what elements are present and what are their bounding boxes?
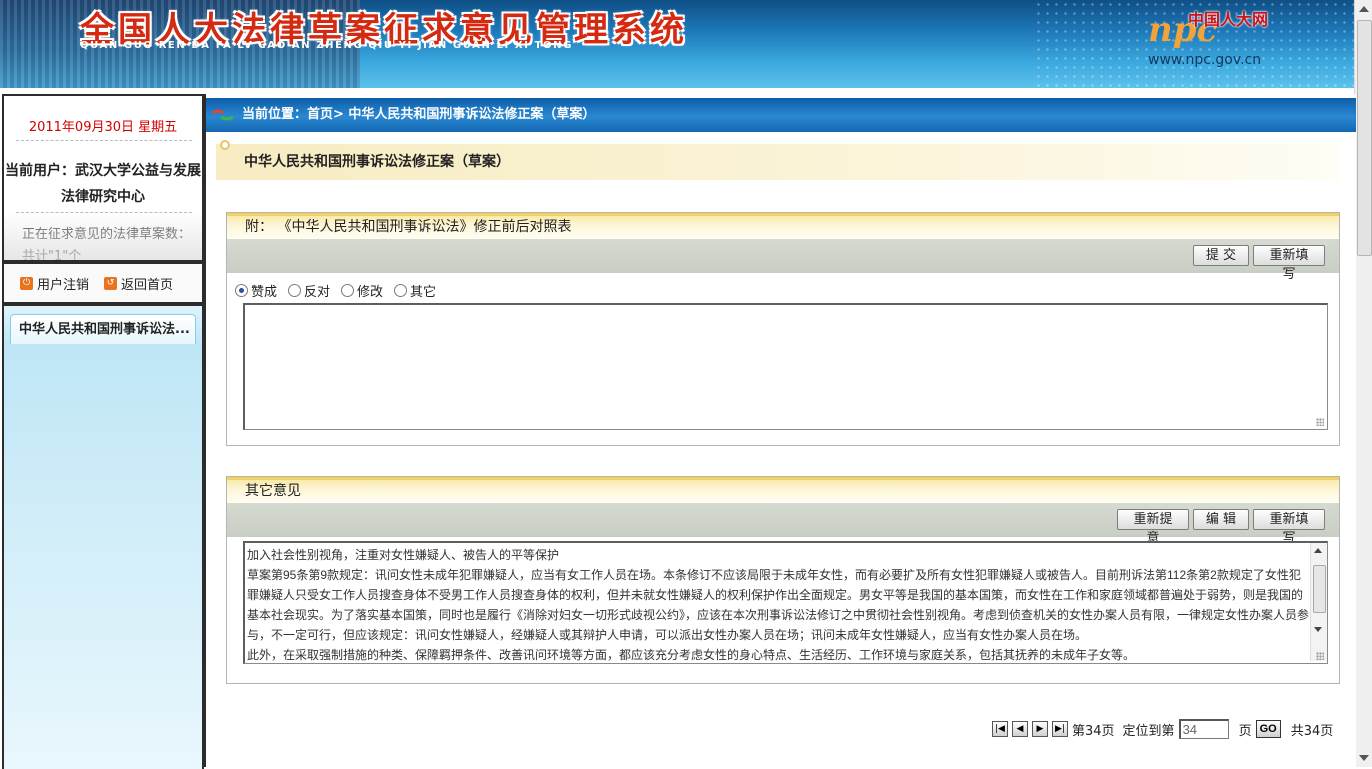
other-opinions-panel: 其它意见 重新提意 编 辑 重新填写 加入社会性别视角，注重对女性嫌疑人、被告人… [226,476,1340,684]
submit-button[interactable]: 提 交 [1193,245,1249,266]
go-button[interactable]: GO [1255,720,1281,738]
textarea-scrollbar[interactable] [1310,543,1327,661]
next-page-button[interactable]: ▶ [1032,721,1048,737]
resize-grip-icon[interactable] [1316,652,1324,660]
breadcrumb-icon [212,109,234,121]
first-page-icon: |◀ [995,724,1005,734]
scroll-up-arrow-icon[interactable] [1359,6,1369,12]
npc-logo-text: 中国人大网 [1188,10,1269,29]
scroll-down-arrow-icon[interactable] [1314,627,1322,632]
divider [16,212,192,213]
nav-item-criminal-procedure-law[interactable]: 中华人民共和国刑事诉讼法... [10,314,196,344]
page-scrollbar[interactable] [1354,0,1372,767]
last-page-button[interactable]: ▶| [1052,721,1068,737]
opinion-radio-group: 赞成 反对 修改 其它 [235,281,444,300]
breadcrumb: 当前位置：首页> 中华人民共和国刑事诉讼法修正案（草案） [206,98,1356,132]
edit-button[interactable]: 编 辑 [1193,509,1249,530]
radio-oppose[interactable] [288,284,302,297]
page-title-bar: 中华人民共和国刑事诉讼法修正案（草案） [216,140,1340,180]
divider [16,140,192,141]
comment-line: 加入社会性别视角，注重对女性嫌疑人、被告人的平等保护 [247,548,560,562]
other-opinions-textarea[interactable]: 加入社会性别视角，注重对女性嫌疑人、被告人的平等保护 草案第95条第9款规定：讯… [243,541,1328,664]
comment-line: 此外，在采取强制措施的种类、保障羁押条件、改善讯问环境等方面，都应该充分考虑女性… [247,648,1136,662]
home-link[interactable]: ↺ 返回首页 [104,274,173,293]
prev-page-icon: ◀ [1016,724,1024,734]
radio-other-label[interactable]: 其它 [410,281,436,300]
app-title-pinyin: QUAN GUO REN DA FA LV CAO AN ZHENG QIU Y… [80,40,573,51]
page-title: 中华人民共和国刑事诉讼法修正案（草案） [244,154,510,170]
pending-drafts-count: 正在征求意见的法律草案数：共计"1"个 [22,227,192,262]
npc-logo-url: www.npc.gov.cn [1148,52,1262,68]
opinion-textarea[interactable] [243,303,1328,430]
logout-link[interactable]: ⏻ 用户注销 [20,274,89,293]
page-unit: 页 [1238,723,1252,739]
other-opinions-heading: 其它意见 [227,477,1339,503]
reset-button[interactable]: 重新填写 [1253,245,1325,282]
breadcrumb-text: 当前位置：首页> 中华人民共和国刑事诉讼法修正案（草案） [242,107,596,122]
page-number-input[interactable] [1178,719,1229,739]
radio-agree[interactable] [235,284,248,297]
user-links-box: ⏻ 用户注销 ↺ 返回首页 [2,262,204,304]
scroll-down-arrow-icon[interactable] [1359,755,1369,761]
user-info-box: 2011年09月30日 星期五 当前用户：武汉大学公益与发展法律研究中心 正在征… [2,94,204,262]
title-bullet-icon [220,140,230,150]
main-content: 当前位置：首页> 中华人民共和国刑事诉讼法修正案（草案） 中华人民共和国刑事诉讼… [204,94,1356,767]
reset-button[interactable]: 重新填写 [1253,509,1325,546]
prev-page-button[interactable]: ◀ [1012,721,1028,737]
radio-agree-label[interactable]: 赞成 [251,281,277,300]
scroll-up-arrow-icon[interactable] [1314,548,1322,553]
resize-grip-icon[interactable] [1316,418,1324,426]
draft-nav-box: 中华人民共和国刑事诉讼法... [2,304,204,769]
last-page-icon: ▶| [1055,724,1065,734]
home-label: 返回首页 [121,278,174,293]
opinion-panel-heading: 附： 《中华人民共和国刑事诉讼法》修正前后对照表 [227,213,1339,239]
pagination: |◀ ◀ ▶ ▶| 第34页 定位到第 页 GO 共34页 [992,718,1333,740]
current-user: 当前用户：武汉大学公益与发展法律研究中心 [5,163,201,205]
goto-label: 定位到第 [1122,723,1175,739]
radio-modify-label[interactable]: 修改 [357,281,383,300]
current-date: 2011年09月30日 星期五 [28,120,178,135]
logout-icon: ⏻ [20,277,33,290]
comment-line: 草案第95条第9款规定：讯问女性未成年犯罪嫌疑人，应当有女工作人员在场。本条修订… [247,568,1310,642]
app-header: 全国人大法律草案征求意见管理系统 QUAN GUO REN DA FA LV C… [0,0,1354,88]
other-opinions-toolbar: 重新提意 编 辑 重新填写 [227,503,1339,546]
next-page-icon: ▶ [1036,724,1044,734]
comment-text: 加入社会性别视角，注重对女性嫌疑人、被告人的平等保护 草案第95条第9款规定：讯… [247,545,1310,663]
opinion-toolbar: 提 交 重新填写 [227,239,1339,282]
sidebar: 2011年09月30日 星期五 当前用户：武汉大学公益与发展法律研究中心 正在征… [0,94,204,769]
home-icon: ↺ [104,277,117,290]
scroll-thumb[interactable] [1313,565,1326,613]
radio-modify[interactable] [341,284,355,297]
scroll-thumb[interactable] [1357,20,1372,256]
opinion-panel: 附： 《中华人民共和国刑事诉讼法》修正前后对照表 提 交 重新填写 赞成 反对 … [226,212,1340,446]
total-pages: 共34页 [1290,723,1334,739]
radio-oppose-label[interactable]: 反对 [304,281,330,300]
resubmit-button[interactable]: 重新提意 [1117,509,1189,546]
logout-label: 用户注销 [37,278,90,293]
first-page-button[interactable]: |◀ [992,721,1008,737]
current-page: 第34页 [1072,723,1115,739]
radio-other[interactable] [394,284,408,297]
